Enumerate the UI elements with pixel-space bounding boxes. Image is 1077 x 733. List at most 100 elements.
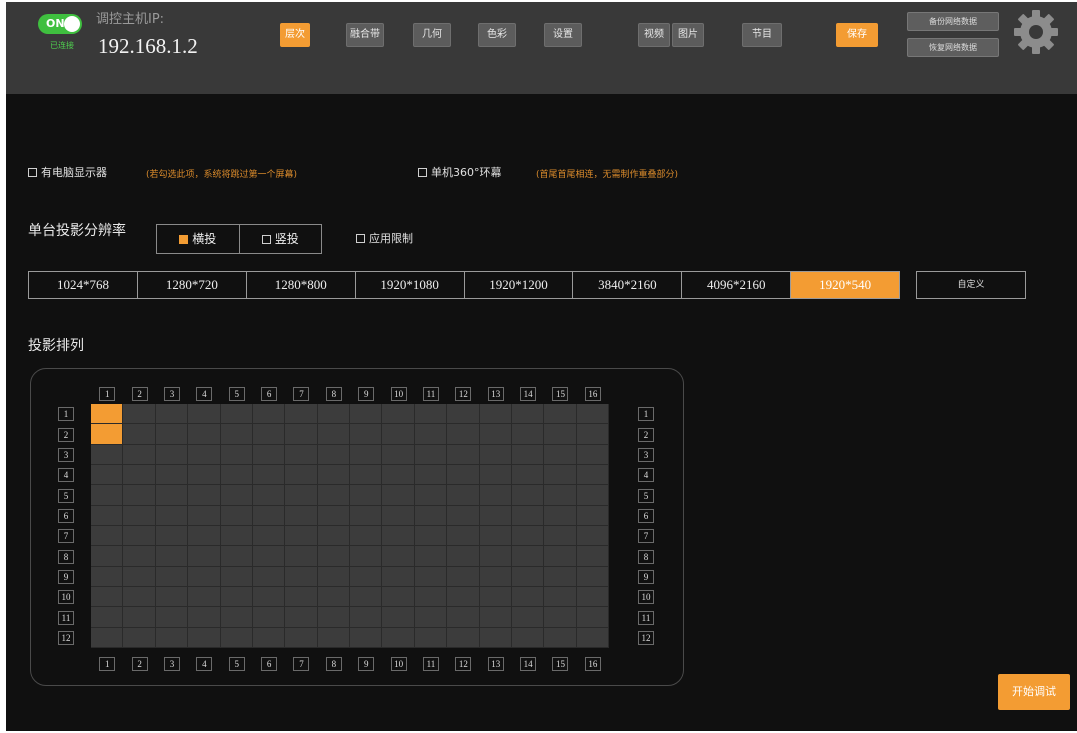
- ring-screen-checkbox[interactable]: [418, 168, 427, 177]
- grid-cell[interactable]: [155, 465, 189, 486]
- grid-cell[interactable]: [123, 627, 156, 648]
- grid-cell[interactable]: [252, 607, 286, 628]
- grid-cell[interactable]: [382, 546, 415, 567]
- grid-cell[interactable]: [479, 424, 512, 445]
- grid-cell[interactable]: [479, 404, 512, 425]
- grid-cell[interactable]: [123, 587, 156, 608]
- grid-cell[interactable]: [91, 424, 124, 445]
- grid-cell[interactable]: [511, 465, 545, 486]
- grid-cell[interactable]: [447, 424, 480, 445]
- grid-cell[interactable]: [544, 607, 577, 628]
- grid-cell[interactable]: [414, 424, 448, 445]
- grid-cell[interactable]: [317, 566, 350, 587]
- grid-cell[interactable]: [544, 404, 577, 425]
- grid-cell[interactable]: [188, 627, 221, 648]
- grid-cell[interactable]: [414, 465, 448, 486]
- resolution-option[interactable]: 4096*2160: [682, 272, 792, 298]
- grid-cell[interactable]: [350, 587, 383, 608]
- grid-cell[interactable]: [155, 404, 189, 425]
- grid-cell[interactable]: [285, 465, 318, 486]
- grid-cell[interactable]: [576, 404, 609, 425]
- grid-cell[interactable]: [479, 566, 512, 587]
- grid-cell[interactable]: [252, 444, 286, 465]
- tab-settings[interactable]: 设置: [544, 23, 582, 47]
- grid-cell[interactable]: [479, 607, 512, 628]
- grid-cell[interactable]: [220, 526, 253, 547]
- grid-cell[interactable]: [220, 587, 253, 608]
- grid-cell[interactable]: [252, 526, 286, 547]
- grid-cell[interactable]: [155, 627, 189, 648]
- grid-cell[interactable]: [479, 526, 512, 547]
- grid-cell[interactable]: [123, 607, 156, 628]
- tv-display-option[interactable]: 有电脑显示器: [28, 164, 107, 180]
- tab-layer[interactable]: 层次: [280, 23, 310, 47]
- grid-cell[interactable]: [155, 607, 189, 628]
- grid-cell[interactable]: [188, 424, 221, 445]
- custom-resolution-button[interactable]: 自定义: [916, 271, 1026, 299]
- grid-cell[interactable]: [511, 546, 545, 567]
- vertical-checkbox[interactable]: [261, 235, 271, 244]
- grid-cell[interactable]: [447, 566, 480, 587]
- grid-cell[interactable]: [317, 526, 350, 547]
- grid-cell[interactable]: [414, 587, 448, 608]
- grid-cell[interactable]: [123, 404, 156, 425]
- grid-cell[interactable]: [188, 505, 221, 526]
- grid-cell[interactable]: [382, 505, 415, 526]
- grid-cell[interactable]: [188, 485, 221, 506]
- grid-cell[interactable]: [188, 566, 221, 587]
- grid-cell[interactable]: [91, 607, 124, 628]
- grid-cell[interactable]: [155, 566, 189, 587]
- orientation-vertical[interactable]: 竖投: [238, 225, 322, 253]
- grid-cell[interactable]: [317, 627, 350, 648]
- grid-cell[interactable]: [252, 627, 286, 648]
- grid-cell[interactable]: [511, 607, 545, 628]
- resolution-option[interactable]: 1920*1200: [465, 272, 574, 298]
- grid-cell[interactable]: [91, 465, 124, 486]
- grid-cell[interactable]: [447, 546, 480, 567]
- grid-cell[interactable]: [317, 444, 350, 465]
- program-button[interactable]: 节目: [742, 23, 782, 47]
- grid-cell[interactable]: [350, 627, 383, 648]
- grid-cell[interactable]: [91, 526, 124, 547]
- grid-cell[interactable]: [285, 546, 318, 567]
- grid-cell[interactable]: [576, 485, 609, 506]
- grid-cell[interactable]: [155, 546, 189, 567]
- ring-screen-option[interactable]: 单机360°环幕: [418, 164, 502, 180]
- grid-cell[interactable]: [414, 566, 448, 587]
- grid-cell[interactable]: [447, 587, 480, 608]
- resolution-option[interactable]: 1024*768: [29, 272, 138, 298]
- grid-cell[interactable]: [382, 627, 415, 648]
- save-button[interactable]: 保存: [836, 23, 878, 47]
- grid-cell[interactable]: [91, 566, 124, 587]
- resolution-option[interactable]: 1920*540: [791, 272, 899, 298]
- grid-cell[interactable]: [447, 505, 480, 526]
- grid-cell[interactable]: [350, 404, 383, 425]
- grid-cell[interactable]: [382, 485, 415, 506]
- grid-cell[interactable]: [285, 627, 318, 648]
- grid-cell[interactable]: [188, 404, 221, 425]
- grid-cell[interactable]: [576, 566, 609, 587]
- resolution-option[interactable]: 1920*1080: [356, 272, 465, 298]
- grid-cell[interactable]: [317, 424, 350, 445]
- grid-cell[interactable]: [220, 627, 253, 648]
- grid-cell[interactable]: [576, 607, 609, 628]
- grid-cell[interactable]: [350, 485, 383, 506]
- grid-cell[interactable]: [285, 444, 318, 465]
- grid-cell[interactable]: [220, 505, 253, 526]
- grid-cell[interactable]: [123, 566, 156, 587]
- grid-cell[interactable]: [155, 526, 189, 547]
- grid-cell[interactable]: [350, 444, 383, 465]
- grid-cell[interactable]: [414, 546, 448, 567]
- grid-cell[interactable]: [317, 505, 350, 526]
- tv-display-checkbox[interactable]: [28, 168, 37, 177]
- grid-cell[interactable]: [123, 485, 156, 506]
- grid-cell[interactable]: [285, 607, 318, 628]
- grid-cell[interactable]: [382, 465, 415, 486]
- grid-cell[interactable]: [285, 404, 318, 425]
- grid-cell[interactable]: [188, 587, 221, 608]
- grid-cell[interactable]: [350, 526, 383, 547]
- grid-cell[interactable]: [220, 485, 253, 506]
- grid-cell[interactable]: [155, 485, 189, 506]
- grid-cell[interactable]: [91, 587, 124, 608]
- grid-cell[interactable]: [91, 404, 124, 425]
